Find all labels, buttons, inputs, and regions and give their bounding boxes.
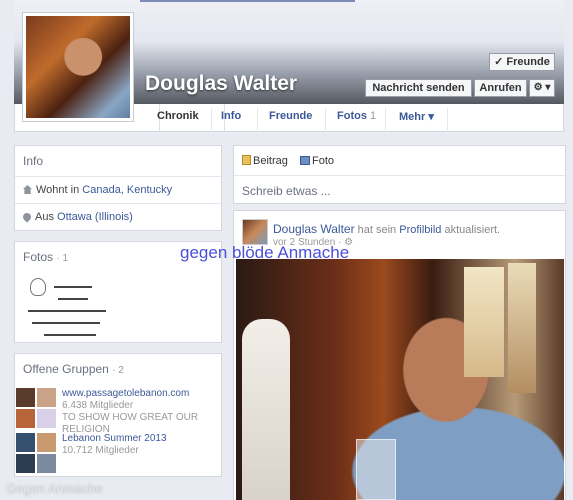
group-thumb (16, 433, 35, 452)
group-members: 6.438 Mitglieder (62, 400, 134, 411)
home-icon (23, 185, 32, 194)
group-members: 10.712 Mitglieder (62, 445, 139, 456)
text-line (28, 310, 106, 312)
post-author-avatar[interactable] (242, 219, 268, 245)
text-line (54, 286, 92, 288)
group-meta: 10.712 Mitglieder (62, 445, 139, 457)
photo-background-person (242, 319, 290, 500)
tab-label: Mehr ▾ (399, 111, 434, 123)
photo-icon (300, 156, 310, 165)
text-line (44, 334, 96, 336)
tab-freunde[interactable]: Freunde (269, 110, 312, 122)
photo-glass (356, 439, 396, 500)
profile-picture-link[interactable]: Profilbild (399, 224, 441, 236)
photo-window (508, 263, 536, 393)
group-thumbnails (16, 433, 56, 473)
lives-in-link[interactable]: Canada, Kentucky (82, 184, 172, 196)
info-box: Info Wohnt in Canada, Kentucky Aus Ottaw… (14, 145, 222, 231)
tab-divider (385, 108, 386, 132)
tab-divider (211, 108, 212, 132)
post-action-text: hat sein (354, 224, 400, 236)
profile-photo-image (26, 16, 130, 118)
group-meta: 6.438 Mitglieder TO SHOW HOW GREAT OUR R… (62, 400, 198, 436)
info-from: Aus Ottawa (Illinois) (15, 204, 221, 230)
group-thumb (16, 454, 35, 473)
cartoon-bunny-icon (30, 278, 46, 296)
tab-label: Info (221, 110, 242, 122)
group-thumb (16, 409, 35, 428)
cover-top-line (140, 0, 355, 2)
tab-divider (257, 108, 258, 132)
composer-input[interactable]: Schreib etwas ... (234, 175, 565, 204)
photo-thumbnail[interactable] (22, 276, 132, 342)
text-line (58, 298, 88, 300)
info-lives-in: Wohnt in Canada, Kentucky (15, 177, 221, 204)
tab-info[interactable]: Info (221, 110, 241, 122)
composer-box: Beitrag Foto Schreib etwas ... (233, 145, 566, 204)
photos-count: · 1 (56, 253, 69, 264)
groups-box-title[interactable]: Offene Gruppen · 2 (15, 354, 221, 384)
group-name[interactable]: www.passagetolebanon.com (62, 388, 189, 399)
from-link[interactable]: Ottawa (Illinois) (57, 211, 133, 223)
group-description: TO SHOW HOW GREAT OUR (62, 412, 199, 423)
gear-menu-button[interactable]: ⚙ ▾ (529, 79, 555, 97)
group-thumb (16, 388, 35, 407)
composer-photo-label: Foto (312, 155, 335, 167)
composer-tab-post[interactable]: Beitrag (242, 155, 288, 167)
tab-divider (447, 108, 448, 132)
tab-fotos[interactable]: Fotos 1 (337, 110, 376, 122)
post-author-link[interactable]: Douglas Walter (273, 222, 355, 236)
profile-name: Douglas Walter (145, 72, 298, 95)
info-box-title: Info (15, 146, 221, 177)
location-pin-icon (21, 211, 33, 223)
tab-label: Chronik (157, 110, 199, 122)
from-prefix: Aus (35, 211, 58, 223)
group-thumb (37, 388, 56, 407)
watermark-bottom-text: Gegen Anmache (6, 481, 103, 496)
tab-mehr[interactable]: Mehr ▾ (399, 110, 434, 123)
tab-label: Fotos (337, 110, 367, 122)
group-thumb (37, 409, 56, 428)
text-line (32, 322, 100, 324)
send-message-button[interactable]: Nachricht senden (365, 79, 472, 97)
group-thumb (37, 454, 56, 473)
groups-count: · 2 (112, 365, 124, 376)
tab-divider (325, 108, 326, 132)
group-thumbnails (16, 388, 56, 428)
photos-title-label: Fotos (23, 250, 54, 264)
friends-button[interactable]: ✓ Freunde (489, 53, 555, 71)
pencil-note-icon (242, 155, 251, 165)
post-header: Douglas Walter hat sein Profilbild aktua… (273, 222, 500, 236)
watermark-overlay-text: gegen blöde Anmache (180, 243, 350, 262)
group-item[interactable]: www.passagetolebanon.com 6.438 Mitgliede… (16, 388, 221, 435)
group-thumb (37, 433, 56, 452)
group-name[interactable]: Lebanon Summer 2013 (62, 433, 167, 444)
composer-post-label: Beitrag (253, 155, 288, 167)
photo-window (464, 267, 504, 377)
group-item[interactable]: Lebanon Summer 2013 10.712 Mitglieder (16, 433, 221, 475)
profile-picture[interactable] (22, 12, 134, 122)
post-photo[interactable] (236, 259, 564, 500)
tab-chronik[interactable]: Chronik (157, 110, 199, 122)
call-button[interactable]: Anrufen (474, 79, 527, 97)
lives-prefix: Wohnt in (36, 184, 83, 196)
post-action-suffix: aktualisiert. (441, 224, 501, 236)
tab-count: 1 (370, 110, 377, 122)
tab-label: Freunde (269, 110, 313, 122)
composer-tab-photo[interactable]: Foto (300, 155, 334, 167)
groups-title-label: Offene Gruppen (23, 362, 109, 376)
